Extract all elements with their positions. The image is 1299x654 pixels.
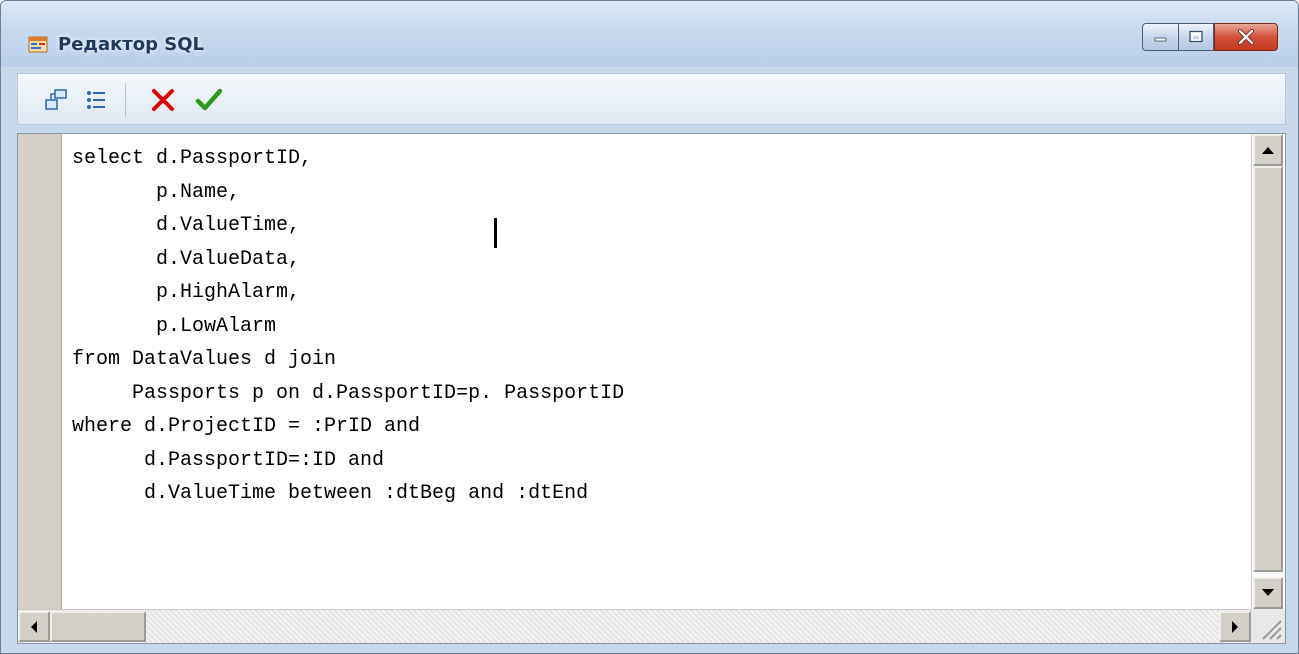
window-title: Редактор SQL (58, 34, 204, 55)
arrow-left-icon (31, 620, 37, 633)
text-caret (494, 218, 497, 248)
cancel-icon (152, 89, 174, 111)
code-line: d.ValueTime between :dtBeg and :dtEnd (72, 482, 589, 505)
sql-editor-window: Редактор SQL select d.PassportID, p.Name… (0, 0, 1299, 654)
minimize-icon (1154, 37, 1166, 42)
scroll-left-button[interactable] (18, 611, 50, 642)
code-line: Passports p on d.PassportID=p. PassportI… (72, 381, 625, 405)
query-builder-icon (45, 89, 67, 110)
toolbar (17, 73, 1286, 125)
code-line: select d.PassportID, (72, 147, 313, 170)
scroll-up-button[interactable] (1253, 134, 1283, 166)
app-icon (28, 36, 48, 53)
toolbar-separator (125, 83, 126, 117)
maximize-button[interactable] (1178, 23, 1214, 51)
code-line: d.PassportID=:ID and (72, 448, 385, 472)
maximize-icon (1189, 30, 1203, 43)
code-line: where d.ProjectID = :PrID and (72, 415, 421, 438)
arrow-up-icon (1262, 147, 1274, 154)
minimize-button[interactable] (1142, 23, 1179, 51)
vertical-scrollbar[interactable] (1251, 134, 1285, 611)
list-icon (87, 91, 105, 109)
query-builder-button[interactable] (39, 83, 73, 117)
horizontal-scroll-thumb[interactable] (50, 611, 146, 642)
title-bar[interactable]: Редактор SQL (1, 1, 1298, 67)
horizontal-scrollbar[interactable] (18, 609, 1251, 643)
list-button[interactable] (79, 83, 113, 117)
arrow-right-icon (1232, 620, 1238, 633)
vertical-scroll-thumb[interactable] (1253, 166, 1283, 572)
code-line: d.ValueTime, (72, 214, 301, 237)
close-button[interactable] (1214, 23, 1278, 51)
scroll-right-button[interactable] (1219, 611, 1251, 642)
code-line: p.LowAlarm (72, 314, 277, 338)
cancel-button[interactable] (146, 83, 180, 117)
code-line: d.ValueData, (72, 247, 301, 271)
sql-editor[interactable]: select d.PassportID, p.Name, d.ValueTime… (17, 133, 1286, 644)
code-line: p.HighAlarm, (72, 281, 301, 304)
resize-grip[interactable] (1251, 609, 1285, 643)
ok-check-icon (195, 88, 223, 111)
sql-text-area[interactable]: select d.PassportID, p.Name, d.ValueTime… (72, 142, 1249, 611)
code-line: p.Name, (72, 180, 241, 204)
ok-button[interactable] (192, 83, 226, 117)
editor-gutter (18, 134, 62, 611)
arrow-down-icon (1262, 589, 1274, 596)
scroll-down-button[interactable] (1253, 577, 1283, 609)
code-line: from DataValues d join (72, 348, 337, 371)
close-icon (1238, 29, 1254, 45)
resize-grip-icon (1262, 620, 1282, 640)
